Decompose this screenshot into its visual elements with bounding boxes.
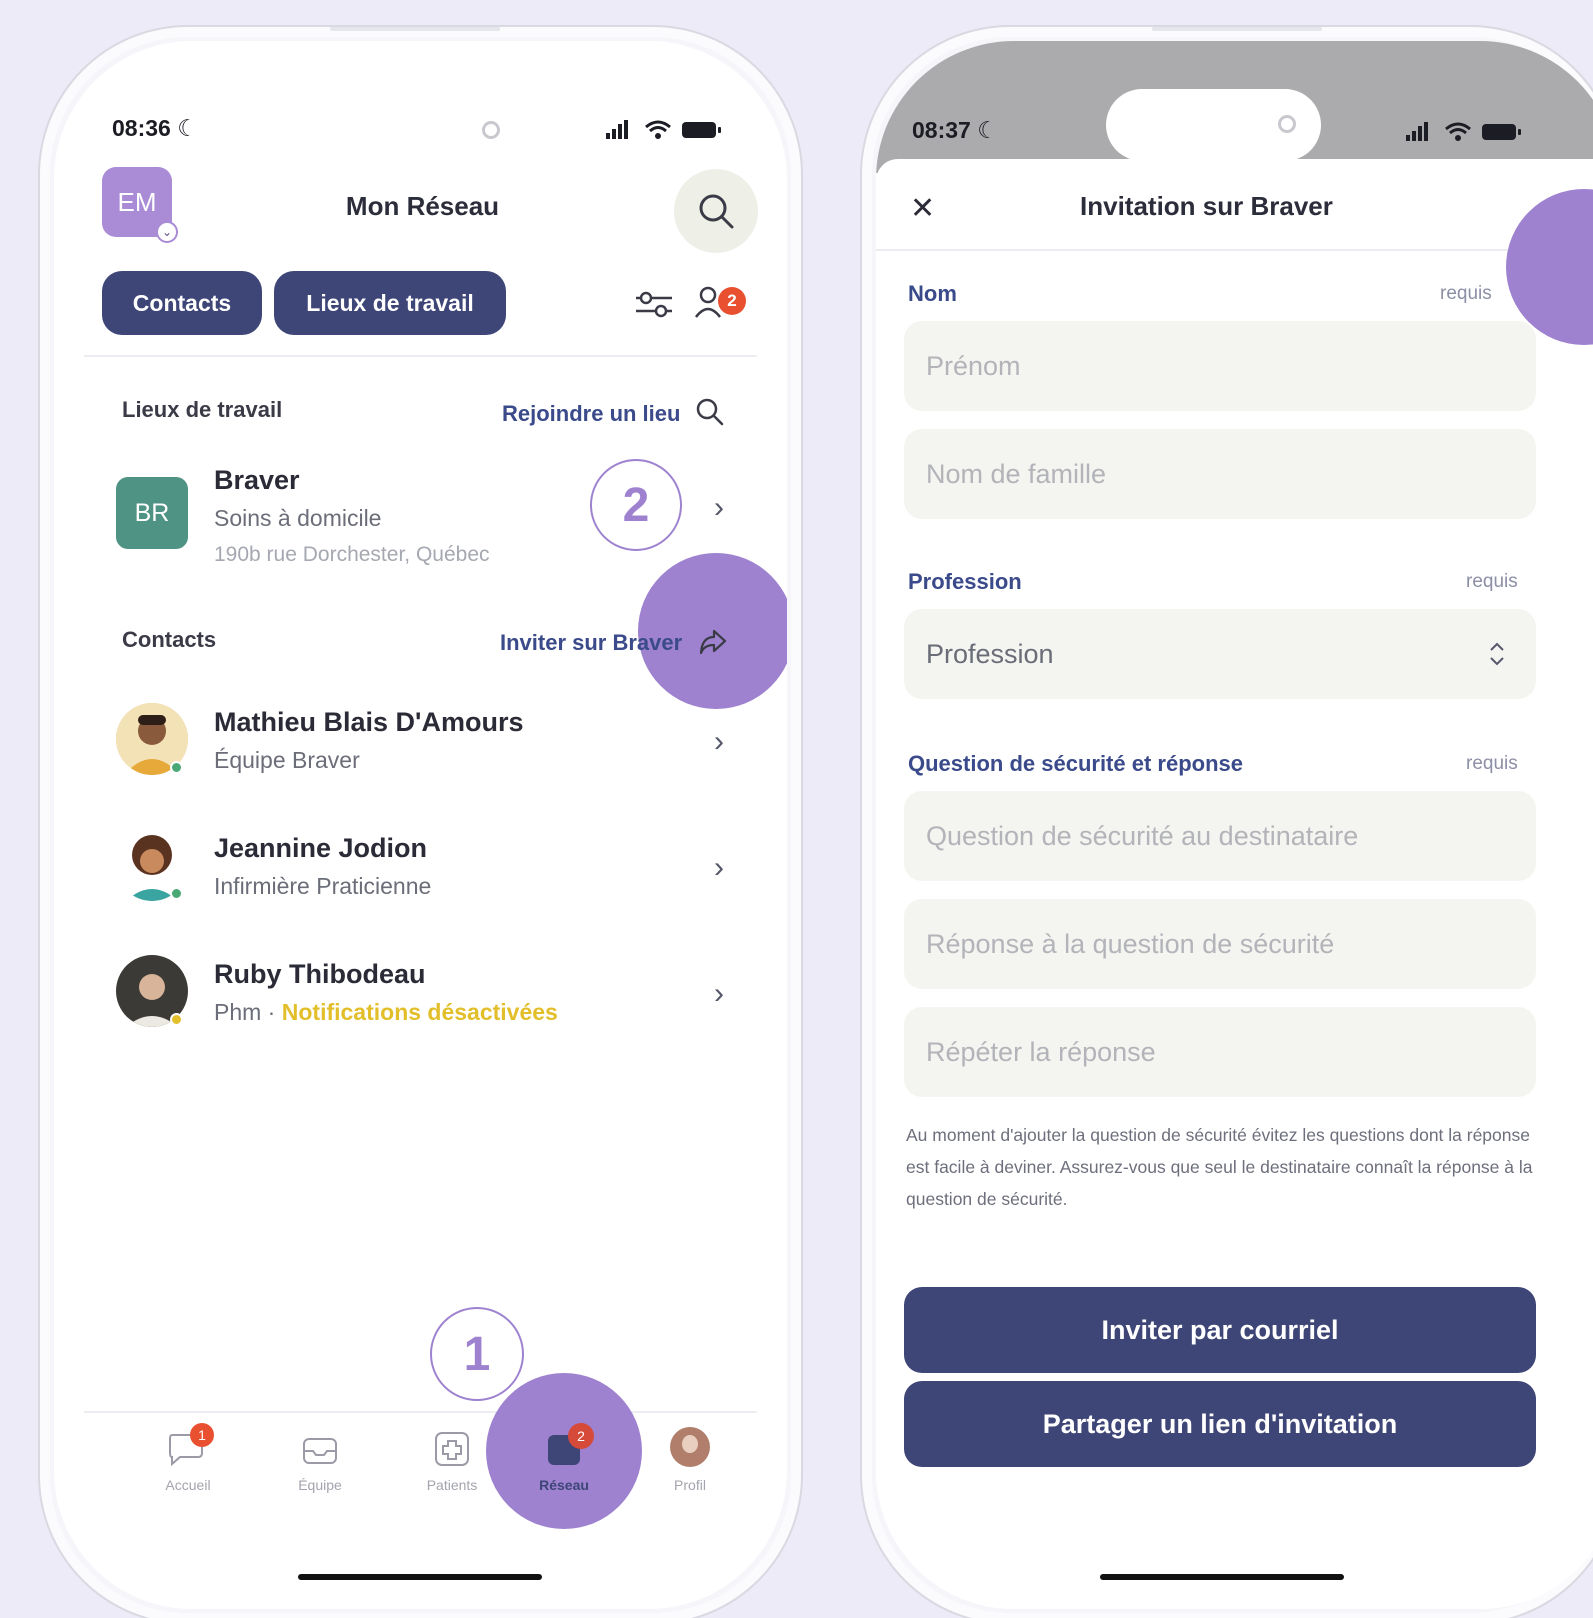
invitation-title: Invitation sur Braver (1080, 191, 1333, 221)
first-name-field[interactable]: Prénom (904, 321, 1536, 411)
tab-label: Accueil (165, 1477, 211, 1493)
header-divider (876, 249, 1593, 251)
signal-wifi-battery-icon (1406, 122, 1521, 141)
chevron-down-icon: ⌄ (156, 221, 178, 243)
online-status-dot (170, 761, 183, 774)
chevron-right-icon: › (714, 977, 724, 1010)
dynamic-island (1106, 89, 1321, 161)
status-time: 08:36 ☾ (112, 115, 198, 141)
screen-invitation: 08:37 ☾ ✕ Invitation sur Braver Nom requ… (876, 41, 1593, 1609)
name-section-label: Nom (908, 281, 957, 306)
close-icon[interactable]: ✕ (910, 191, 935, 226)
profile-photo-icon (670, 1427, 710, 1467)
contact-name: Mathieu Blais D'Amours (214, 707, 524, 737)
invite-by-email-button[interactable]: Inviter par courriel (904, 1287, 1536, 1373)
invite-on-braver-link[interactable]: Inviter sur Braver (500, 627, 728, 656)
repeat-answer-field[interactable]: Répéter la réponse (904, 1007, 1536, 1097)
share-invite-link-button[interactable]: Partager un lien d'invitation (904, 1381, 1536, 1467)
tab-accueil[interactable]: 1 Accueil (138, 1423, 238, 1503)
chevron-right-icon: › (714, 725, 724, 758)
notifications-disabled-notice: Notifications désactivées (281, 999, 558, 1025)
accueil-badge: 1 (190, 1423, 214, 1447)
screen-mon-reseau: 08:36 ☾ EM ⌄ Mon Réseau Contacts Lieux d… (54, 41, 787, 1609)
step-marker-1: 1 (430, 1307, 524, 1401)
chevron-right-icon: › (714, 491, 724, 524)
contact-row[interactable]: Ruby Thibodeau Phm · Notifications désac… (102, 939, 742, 1039)
required-label: requis (1440, 283, 1492, 304)
security-question-field[interactable]: Question de sécurité au destinataire (904, 791, 1536, 881)
profession-select[interactable]: Profession (904, 609, 1536, 699)
invite-link-label: Inviter sur Braver (500, 630, 683, 655)
contact-subtitle: Phm · Notifications désactivées (214, 999, 558, 1026)
phone-edge-highlight (1152, 27, 1322, 31)
status-icons (606, 117, 726, 148)
camera-dot-icon (482, 121, 500, 139)
contact-subtitle: Infirmière Praticienne (214, 873, 432, 899)
status-icons (1406, 119, 1526, 150)
search-icon (699, 194, 734, 229)
tab-patients[interactable]: Patients (402, 1423, 502, 1503)
contact-name: Ruby Thibodeau (214, 959, 426, 989)
tab-reseau[interactable]: 2 Réseau (514, 1423, 614, 1503)
tab-label: Patients (426, 1477, 478, 1493)
phone-mon-reseau: 08:36 ☾ EM ⌄ Mon Réseau Contacts Lieux d… (38, 25, 803, 1618)
reseau-badge: 2 (568, 1423, 594, 1449)
chevron-right-icon: › (714, 851, 724, 884)
requests-badge: 2 (718, 287, 746, 315)
search-icon (696, 398, 723, 426)
inbox-tray-icon (303, 1438, 337, 1464)
camera-dot-icon (1278, 115, 1296, 133)
filter-button[interactable] (634, 289, 674, 324)
workplaces-section-label: Lieux de travail (122, 397, 283, 422)
header-divider (84, 355, 757, 357)
subtitle-separator: · (261, 999, 282, 1025)
security-help-text: Au moment d'ajouter la question de sécur… (906, 1125, 1533, 1209)
phone-invitation: 08:37 ☾ ✕ Invitation sur Braver Nom requ… (860, 25, 1593, 1618)
moon-icon: ☾ (177, 115, 198, 141)
contact-subtitle: Équipe Braver (214, 747, 360, 773)
required-label: requis (1466, 753, 1518, 774)
workplace-avatar: BR (116, 477, 188, 549)
tabbar-divider (84, 1411, 757, 1413)
filter-sliders-icon (636, 291, 672, 318)
status-time: 08:37 ☾ (912, 117, 998, 143)
profession-value: Profession (926, 638, 1054, 669)
medical-folder-icon (435, 1432, 469, 1466)
search-button[interactable] (674, 169, 758, 253)
tab-contacts[interactable]: Contacts (102, 271, 262, 335)
contact-role: Phm (214, 999, 262, 1025)
contact-requests-button[interactable]: 2 (694, 283, 754, 323)
tab-label: Réseau (539, 1477, 589, 1493)
tab-profil[interactable]: Profil (640, 1423, 740, 1503)
workplace-name: Braver (214, 465, 300, 495)
share-arrow-icon (700, 629, 727, 655)
contact-row[interactable]: Mathieu Blais D'Amours Équipe Braver › (102, 687, 742, 787)
phone-edge-highlight (330, 27, 500, 31)
profession-section-label: Profession (908, 569, 1022, 594)
workplace-address: 190b rue Dorchester, Québec (214, 543, 490, 566)
home-indicator (1100, 1574, 1344, 1580)
join-workplace-label: Rejoindre un lieu (502, 401, 681, 426)
required-label: requis (1466, 571, 1518, 592)
tab-lieux-de-travail[interactable]: Lieux de travail (274, 271, 506, 335)
join-workplace-link[interactable]: Rejoindre un lieu (502, 397, 725, 427)
notifications-off-status-dot (170, 1013, 183, 1026)
tab-equipe[interactable]: Équipe (270, 1423, 370, 1503)
tab-label: Profil (674, 1477, 706, 1493)
signal-wifi-battery-icon (606, 120, 721, 139)
online-status-dot (170, 887, 183, 900)
contacts-section-label: Contacts (122, 627, 217, 652)
last-name-field[interactable]: Nom de famille (904, 429, 1536, 519)
home-indicator (298, 1574, 542, 1580)
security-section-label: Question de sécurité et réponse (908, 751, 1243, 776)
moon-icon: ☾ (977, 117, 998, 143)
chevron-up-down-icon (1490, 642, 1504, 666)
tab-label: Équipe (298, 1477, 342, 1493)
security-answer-field[interactable]: Réponse à la question de sécurité (904, 899, 1536, 989)
step-marker-2: 2 (590, 459, 682, 551)
workplace-type: Soins à domicile (214, 505, 382, 531)
contact-name: Jeannine Jodion (214, 833, 428, 863)
contact-row[interactable]: Jeannine Jodion Infirmière Praticienne › (102, 813, 742, 913)
